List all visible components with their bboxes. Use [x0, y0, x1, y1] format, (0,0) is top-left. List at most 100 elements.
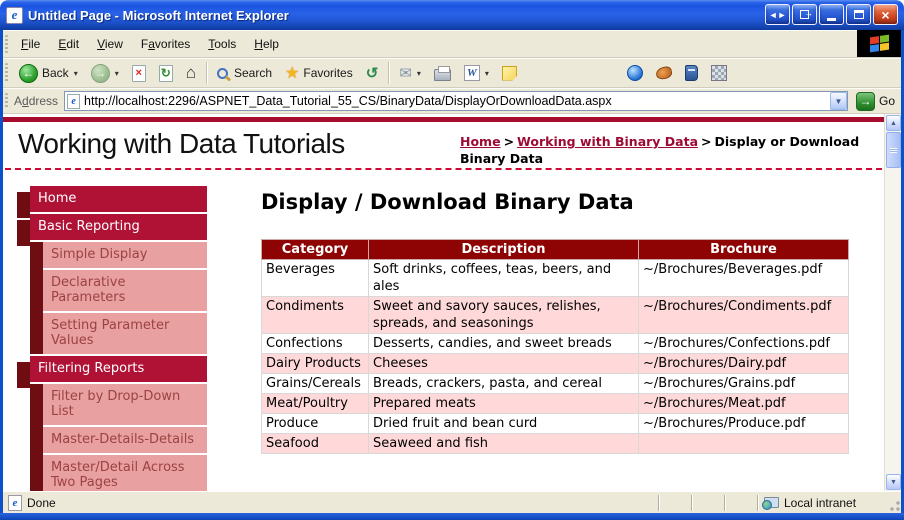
breadcrumb: Home>Working with Binary Data>Display or…: [460, 133, 862, 167]
menu-tools[interactable]: Tools: [199, 32, 245, 56]
cell-description: Breads, crackers, pasta, and cereal: [369, 374, 639, 394]
cell-brochure: ~/Brochures/Condiments.pdf: [639, 297, 849, 334]
table-row: Meat/Poultry Prepared meats ~/Brochures/…: [262, 394, 849, 414]
research-book-icon: [685, 65, 698, 81]
scroll-up-button[interactable]: ▲: [886, 115, 901, 131]
sidebar-item-setting-parameter-values[interactable]: Setting Parameter Values: [43, 313, 207, 354]
cell-category: Dairy Products: [262, 354, 369, 374]
research-button[interactable]: [679, 61, 704, 85]
cell-description: Soft drinks, coffees, teas, beers, and a…: [369, 260, 639, 297]
back-dropdown-icon: ▾: [74, 69, 78, 78]
mail-icon: ✉: [399, 64, 412, 82]
sidebar-item-filtering-reports[interactable]: Filtering Reports: [30, 356, 207, 382]
sidebar-item-master-detail-two-pages[interactable]: Master/Detail Across Two Pages: [43, 455, 207, 491]
cell-category: Condiments: [262, 297, 369, 334]
status-message: e Done: [3, 495, 658, 511]
title-bar[interactable]: e Untitled Page - Microsoft Internet Exp…: [0, 0, 904, 30]
menu-bar-grip[interactable]: [5, 35, 8, 53]
toolbar-grip[interactable]: [5, 63, 8, 83]
screen-switch-button[interactable]: ◄►: [765, 4, 790, 25]
scrollbar-thumb[interactable]: [886, 132, 901, 168]
menu-file[interactable]: File: [12, 32, 49, 56]
menu-help[interactable]: Help: [245, 32, 288, 56]
column-header-brochure: Brochure: [639, 240, 849, 260]
scroll-down-button[interactable]: ▼: [886, 474, 901, 490]
standard-toolbar: ← Back ▾ → ▾ × ↻ ⌂ Search ★ Favorites ↺ …: [3, 58, 901, 88]
cell-category: Confections: [262, 334, 369, 354]
print-icon: [434, 69, 451, 81]
screen-switch-icon: ◄►: [769, 10, 787, 20]
address-dropdown-button[interactable]: ▼: [830, 92, 847, 110]
refresh-button[interactable]: ↻: [153, 61, 179, 86]
header-divider: [5, 168, 882, 170]
cell-brochure: ~/Brochures/Confections.pdf: [639, 334, 849, 354]
vertical-scrollbar[interactable]: ▲ ▼: [884, 114, 901, 491]
favorites-button[interactable]: ★ Favorites: [279, 59, 359, 87]
resize-grip[interactable]: [886, 492, 901, 513]
menu-favorites[interactable]: Favorites: [132, 32, 199, 56]
address-bar-grip[interactable]: [5, 93, 8, 110]
page-favicon: e: [67, 94, 80, 109]
windows-flag-icon: [870, 35, 889, 53]
menu-bar: File Edit View Favorites Tools Help: [3, 30, 901, 58]
cell-category: Grains/Cereals: [262, 374, 369, 394]
addon-fox-button[interactable]: [650, 63, 678, 83]
ie-page-icon: e: [8, 495, 22, 511]
address-bar: Address e http://localhost:2296/ASPNET_D…: [3, 88, 901, 114]
history-icon: ↺: [366, 64, 379, 82]
sidebar-item-filter-by-dropdown-list[interactable]: Filter by Drop-Down List: [43, 384, 207, 425]
chevron-down-icon: ▼: [890, 479, 897, 486]
history-button[interactable]: ↺: [360, 60, 385, 86]
sidebar-item-basic-reporting[interactable]: Basic Reporting: [30, 214, 207, 240]
minimize-button[interactable]: [819, 4, 844, 25]
cell-description: Prepared meats: [369, 394, 639, 414]
cell-brochure: ~/Brochures/Meat.pdf: [639, 394, 849, 414]
window-controls: ◄► → ×: [765, 4, 898, 25]
address-url-text: http://localhost:2296/ASPNET_Data_Tutori…: [84, 94, 830, 108]
home-button[interactable]: ⌂: [180, 62, 202, 84]
page-top-accent-bar: [3, 117, 884, 122]
column-header-description: Description: [369, 240, 639, 260]
breadcrumb-link-home[interactable]: Home: [460, 134, 501, 149]
ie-app-icon: e: [6, 7, 23, 24]
mail-button[interactable]: ✉ ▾: [393, 60, 427, 86]
stop-button[interactable]: ×: [126, 61, 152, 86]
table-row: Confections Desserts, candies, and sweet…: [262, 334, 849, 354]
menu-view[interactable]: View: [88, 32, 132, 56]
sidebar-item-simple-display[interactable]: Simple Display: [43, 242, 207, 268]
popout-button[interactable]: →: [792, 4, 817, 25]
menu-edit[interactable]: Edit: [49, 32, 88, 56]
sidebar-navigation: Home Basic Reporting Simple Display Decl…: [17, 186, 207, 491]
messenger-button[interactable]: [621, 61, 649, 85]
stop-icon: ×: [132, 65, 146, 82]
note-icon: [502, 66, 517, 81]
security-zone: Local intranet: [758, 496, 886, 510]
forward-button[interactable]: → ▾: [85, 60, 125, 87]
table-row: Seafood Seaweed and fish: [262, 434, 849, 454]
back-button[interactable]: ← Back ▾: [13, 60, 84, 87]
back-label: Back: [42, 66, 69, 80]
search-button[interactable]: Search: [211, 62, 278, 84]
cell-brochure: ~/Brochures/Beverages.pdf: [639, 260, 849, 297]
notes-button[interactable]: [496, 62, 523, 85]
cell-brochure: [639, 434, 849, 454]
sidebar-item-master-details-details[interactable]: Master-Details-Details: [43, 427, 207, 453]
cell-description: Dried fruit and bean curd: [369, 414, 639, 434]
sidebar-item-home[interactable]: Home: [30, 186, 207, 212]
breadcrumb-link-binary-data[interactable]: Working with Binary Data: [517, 134, 698, 149]
sidebar-item-declarative-parameters[interactable]: Declarative Parameters: [43, 270, 207, 311]
cell-category: Seafood: [262, 434, 369, 454]
column-header-category: Category: [262, 240, 369, 260]
favorites-star-icon: ★: [285, 63, 299, 83]
address-input[interactable]: e http://localhost:2296/ASPNET_Data_Tuto…: [64, 91, 848, 111]
mail-dropdown-icon: ▾: [417, 69, 421, 78]
close-button[interactable]: ×: [873, 4, 898, 25]
address-label: Address: [14, 94, 58, 108]
addon-tool-button[interactable]: [705, 61, 733, 85]
edit-with-word-button[interactable]: W ▾: [458, 61, 495, 85]
pixel-grid-icon: [711, 65, 727, 81]
print-button[interactable]: [428, 61, 457, 85]
maximize-button[interactable]: [846, 4, 871, 25]
go-button[interactable]: → Go: [856, 92, 895, 111]
browser-window: e Untitled Page - Microsoft Internet Exp…: [0, 0, 904, 520]
